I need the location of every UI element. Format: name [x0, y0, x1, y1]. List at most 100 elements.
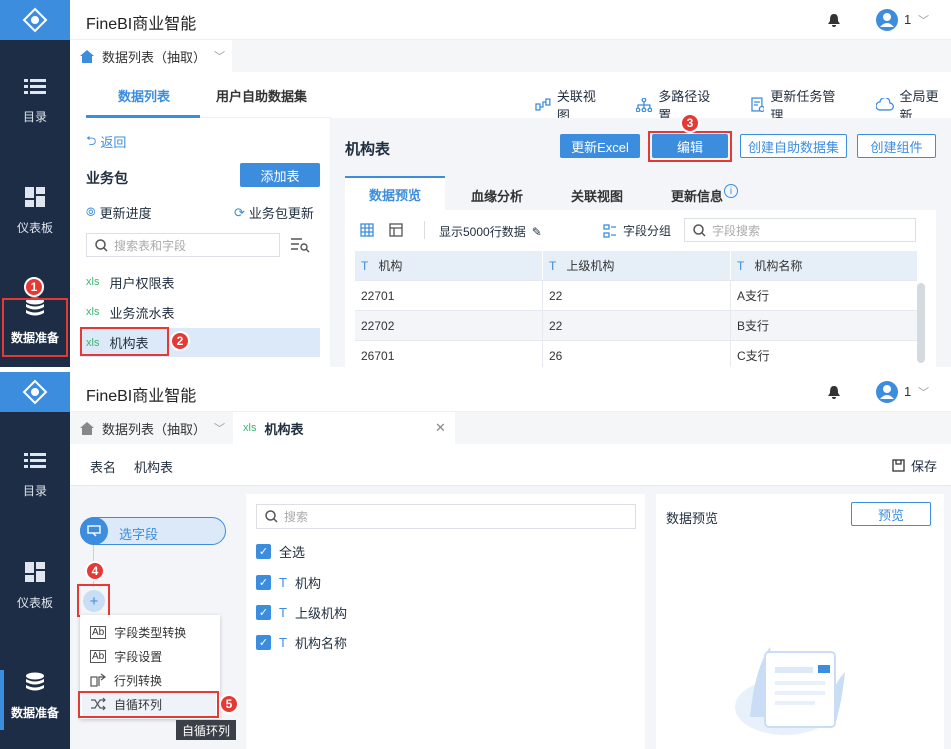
step-badge: 5 — [219, 694, 239, 714]
field-checkbox[interactable]: ✓ T 机构 — [256, 573, 321, 592]
table-title: 机构表 — [345, 141, 391, 158]
chevron-down-icon[interactable]: ﹀ — [918, 384, 929, 400]
panel-edit-table: 目录 仪表板 数据准备 FineBI商业智能 1 ﹀ 数据列表（抽取） ﹀ xl… — [0, 372, 951, 749]
tab-lineage[interactable]: 血缘分析 — [471, 186, 523, 205]
select-all-checkbox[interactable]: ✓ 全选 — [256, 542, 305, 561]
nav-label: 目录 — [22, 484, 47, 498]
search-icon — [693, 223, 706, 237]
save-button[interactable]: 保存 — [892, 456, 937, 475]
table-row: 26701 26 C支行 — [355, 341, 917, 367]
home-icon — [80, 49, 94, 63]
column-header[interactable]: T 上级机构 — [543, 251, 731, 280]
pencil-icon: ✎ — [531, 224, 542, 239]
user-name[interactable]: 1 — [904, 12, 911, 27]
tab-data-list[interactable]: 数据列表（抽取） ﹀ — [70, 40, 232, 72]
grid-icon[interactable] — [360, 223, 374, 237]
checkbox-checked-icon: ✓ — [256, 605, 271, 620]
bell-icon[interactable] — [827, 385, 841, 400]
avatar[interactable] — [876, 9, 898, 31]
package-update-link[interactable]: ⟳ 业务包更新 — [234, 203, 314, 222]
nav-dashboard[interactable]: 仪表板 — [0, 187, 70, 236]
table-cell: C支行 — [737, 349, 770, 363]
step-select-fields[interactable]: 选字段 — [80, 517, 226, 545]
menu-item-field-settings[interactable]: Ab 字段设置 — [82, 644, 216, 668]
logo — [0, 0, 70, 40]
column-header[interactable]: T 机构名称 — [731, 251, 917, 280]
nav-label: 数据准备 — [10, 706, 59, 720]
nav-catalog[interactable]: 目录 — [0, 452, 70, 499]
table-item[interactable]: xls 用户权限表 — [80, 268, 320, 296]
field-checkbox[interactable]: ✓ T 机构名称 — [256, 633, 347, 652]
create-dataset-button[interactable]: 创建自助数据集 — [740, 134, 847, 158]
show-rows[interactable]: 显示5000行数据 ✎ — [439, 223, 542, 240]
update-progress-link[interactable]: ⦾ 更新进度 — [86, 203, 152, 222]
nav-catalog[interactable]: 目录 — [0, 78, 70, 125]
table-cell: 22 — [543, 281, 731, 310]
search-input[interactable]: 搜索表和字段 — [86, 233, 280, 257]
left-tabs: 数据列表 用户自助数据集 — [86, 72, 331, 118]
save-icon — [892, 459, 905, 472]
bell-icon[interactable] — [827, 13, 841, 28]
nav-dashboard[interactable]: 仪表板 — [0, 562, 70, 611]
update-excel-button[interactable]: 更新Excel — [560, 134, 640, 158]
excel-icon: xls — [86, 306, 100, 318]
sidebar: 目录 仪表板 数据准备 — [0, 372, 70, 749]
tab-self-service[interactable]: 用户自助数据集 — [216, 86, 307, 105]
relation-icon — [535, 98, 551, 111]
topbar: FineBI商业智能 1 ﹀ — [70, 372, 951, 412]
filter-icon[interactable] — [290, 237, 310, 253]
tab-table-edit[interactable]: xls 机构表 ✕ — [233, 412, 455, 444]
create-component-button[interactable]: 创建组件 — [857, 134, 936, 158]
tab-relation-view[interactable]: 关联视图 — [571, 186, 623, 205]
checkbox-checked-icon: ✓ — [256, 635, 271, 650]
nav-data-prep[interactable]: 数据准备 — [0, 672, 70, 721]
add-table-button[interactable]: 添加表 — [240, 163, 320, 187]
table-cell: 22701 — [355, 281, 543, 310]
tab-data-list[interactable]: 数据列表（抽取） ﹀ — [70, 412, 232, 444]
chevron-down-icon[interactable]: ﹀ — [918, 12, 929, 28]
text-type-icon: T — [279, 605, 287, 620]
detail-tabs: 数据预览 血缘分析 关联视图 更新信息 i — [345, 172, 936, 210]
step-badge: 4 — [85, 561, 105, 581]
list-icon — [24, 79, 46, 94]
checkbox-checked-icon: ✓ — [256, 575, 271, 590]
field-group-button[interactable]: 字段分组 — [603, 222, 671, 239]
back-link[interactable]: ⮌ 返回 — [86, 132, 126, 154]
progress-icon: ⦾ — [86, 205, 96, 219]
close-icon[interactable]: ✕ — [435, 420, 446, 436]
search-input[interactable]: 搜索 — [256, 504, 636, 529]
cloud-icon — [875, 98, 894, 111]
menu-item-type-convert[interactable]: Ab 字段类型转换 — [82, 620, 216, 644]
step-badge: 3 — [680, 113, 700, 133]
step-badge: 2 — [170, 331, 190, 351]
package-title: 业务包 — [86, 170, 128, 186]
tab-data-preview[interactable]: 数据预览 — [345, 176, 445, 210]
select-field-icon — [80, 517, 108, 545]
info-icon[interactable]: i — [724, 184, 738, 198]
table-name-value[interactable]: 机构表 — [134, 457, 173, 476]
group-icon — [603, 223, 616, 238]
text-type-icon: T — [279, 635, 287, 650]
preview-title: 数据预览 — [666, 511, 719, 526]
avatar[interactable] — [876, 381, 898, 403]
column-header[interactable]: T 机构 — [355, 251, 543, 280]
field-checkbox[interactable]: ✓ T 上级机构 — [256, 603, 347, 622]
layout-icon[interactable] — [389, 223, 403, 237]
tab-label: 数据列表（抽取） — [102, 49, 207, 65]
scrollbar[interactable] — [917, 283, 925, 363]
tab-update-info[interactable]: 更新信息 — [671, 186, 723, 205]
table-cell: 26 — [543, 341, 731, 367]
table-header: T 机构 T 上级机构 T 机构名称 — [355, 251, 917, 281]
table-row: 22701 22 A支行 — [355, 281, 917, 311]
table-item[interactable]: xls 业务流水表 — [80, 298, 320, 326]
menu-item-pivot[interactable]: 行列转换 — [82, 668, 216, 692]
user-icon — [880, 385, 894, 399]
field-search-input[interactable]: 字段搜索 — [684, 218, 916, 242]
preview-button[interactable]: 预览 — [851, 502, 931, 526]
highlight-box — [78, 691, 219, 718]
task-icon — [750, 97, 765, 113]
user-icon — [880, 13, 894, 27]
tab-data-list-inner[interactable]: 数据列表 — [118, 86, 170, 105]
user-name[interactable]: 1 — [904, 384, 911, 399]
chevron-down-icon: ﹀ — [214, 423, 226, 435]
